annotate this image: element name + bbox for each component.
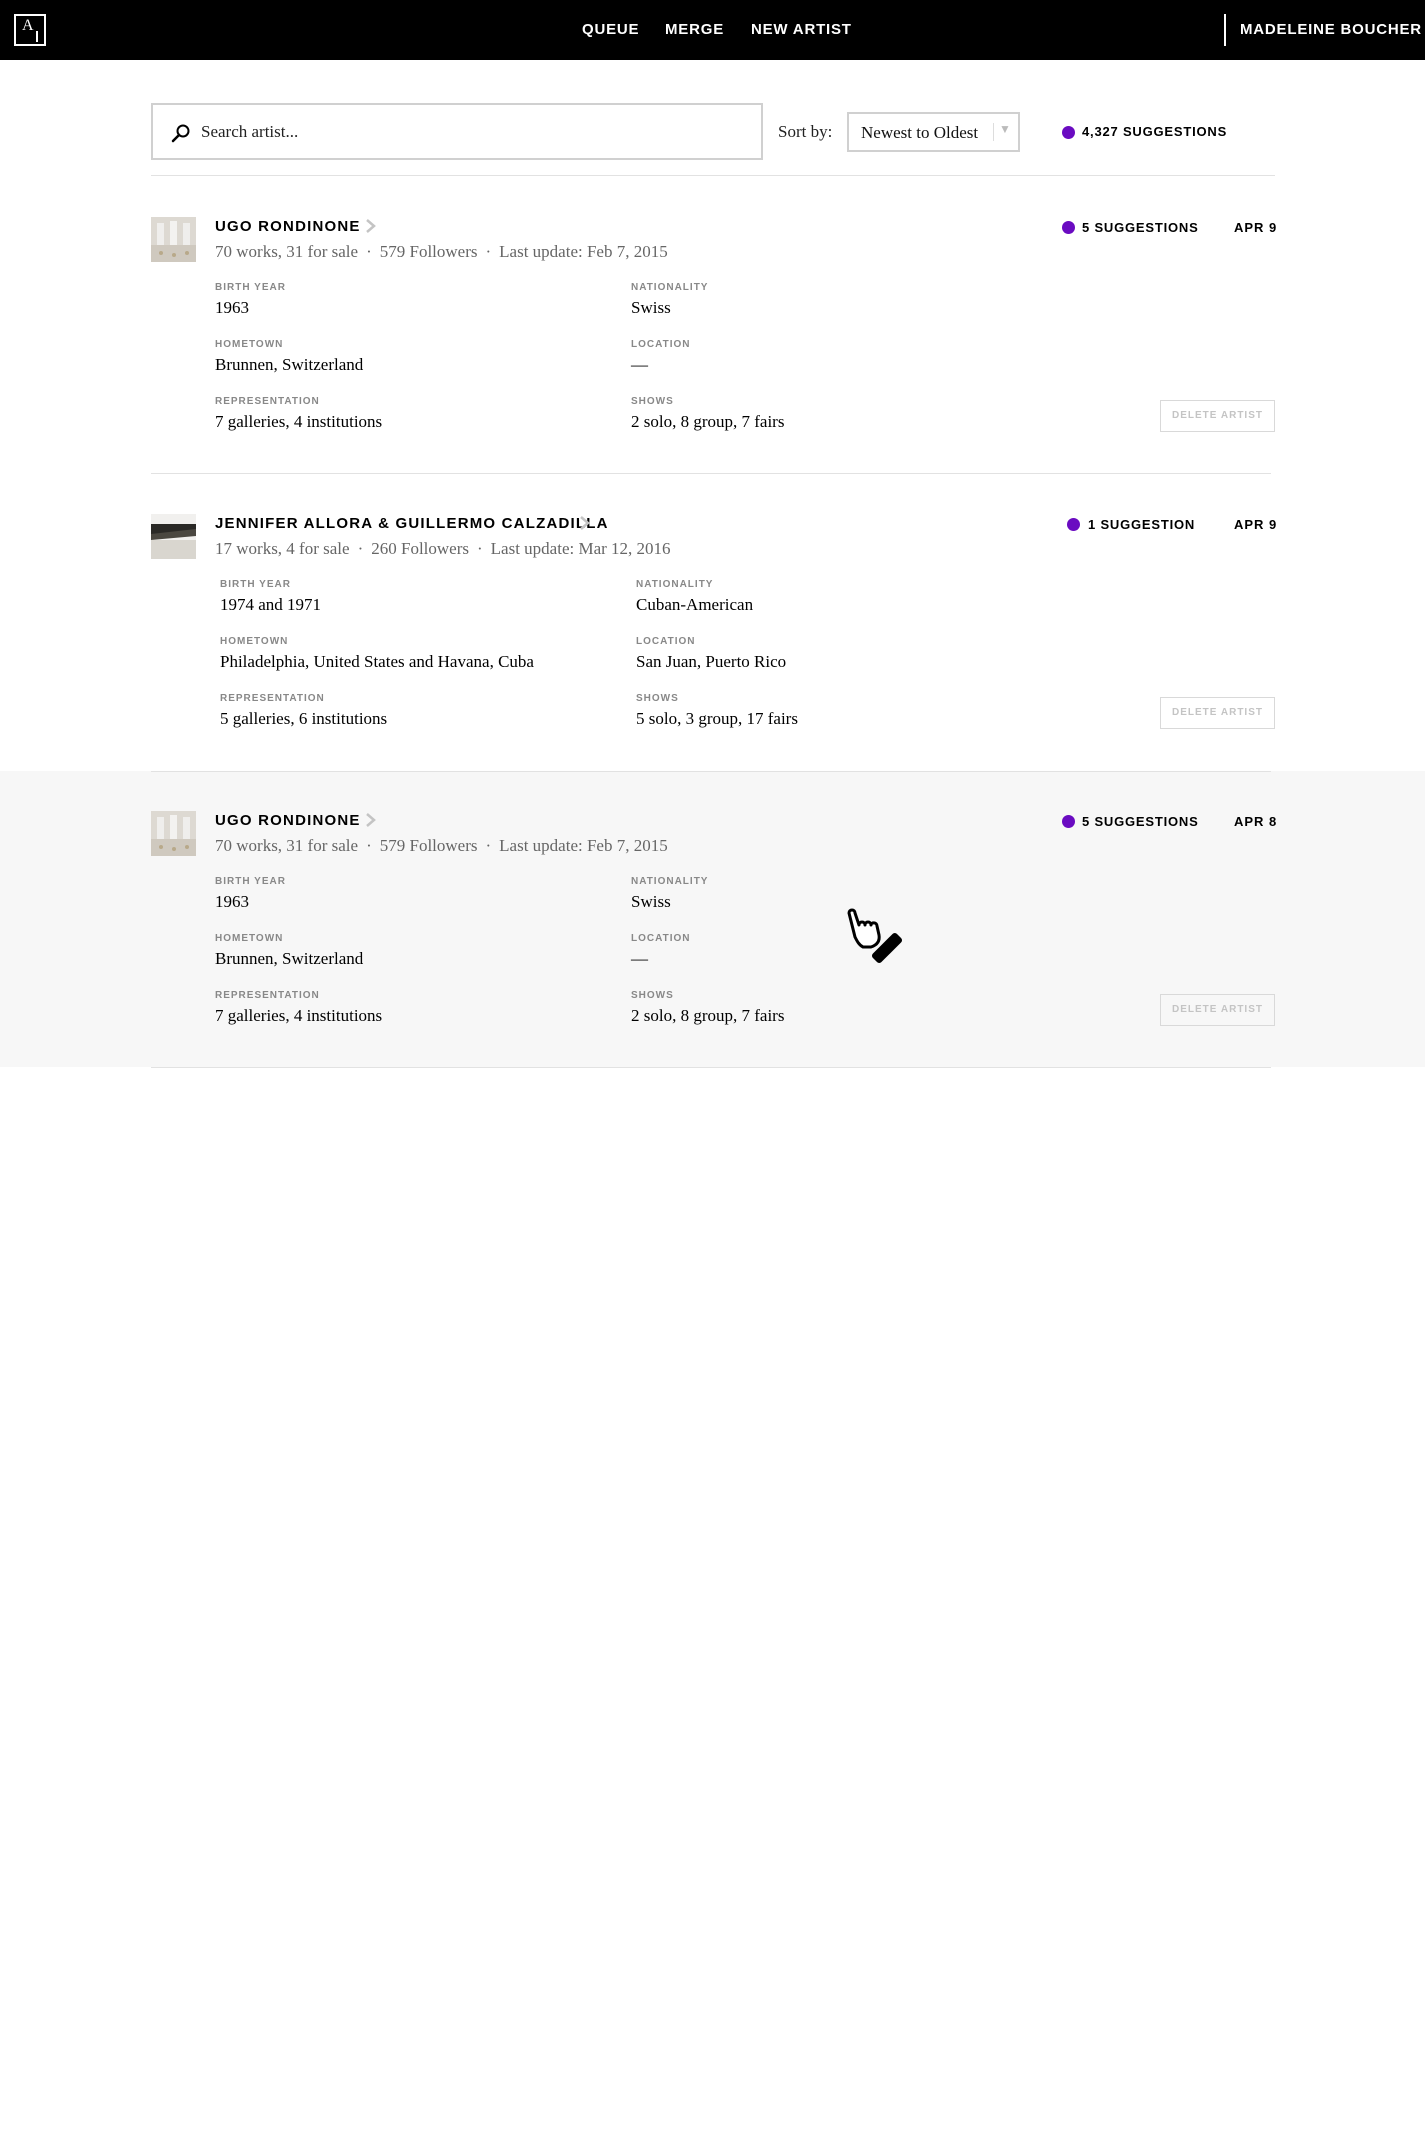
artist-name[interactable]: UGO RONDINONE — [215, 218, 361, 235]
artist-date: APR 9 — [1234, 517, 1278, 532]
field-label: HOMETOWN — [215, 933, 284, 944]
last-update: Last update: Feb 7, 2015 — [499, 836, 668, 855]
nav-new-artist[interactable]: NEW ARTIST — [751, 0, 852, 60]
field-label: REPRESENTATION — [215, 396, 320, 407]
shows-value: 2 solo, 8 group, 7 fairs — [631, 1006, 785, 1025]
representation-value: 5 galleries, 6 institutions — [220, 709, 388, 728]
works-count: 70 works, 31 for sale — [215, 836, 359, 855]
divider — [151, 771, 1271, 772]
nav-divider — [1224, 14, 1226, 46]
artist-thumbnail[interactable] — [151, 217, 196, 262]
nationality-value: Swiss — [631, 892, 671, 911]
user-menu[interactable]: MADELEINE BOUCHER — [1240, 0, 1422, 60]
suggestion-dot-icon — [1062, 815, 1075, 828]
field-label: SHOWS — [636, 693, 679, 704]
hand-pointer-icon — [847, 908, 903, 964]
suggestion-dot-icon — [1062, 126, 1075, 139]
followers-count: 260 Followers — [371, 539, 469, 558]
shows-value: 5 solo, 3 group, 17 fairs — [636, 709, 798, 728]
birth-year-value: 1963 — [215, 892, 249, 911]
suggestion-dot-icon — [1062, 221, 1075, 234]
birth-year-value: 1963 — [215, 298, 249, 317]
divider — [151, 1067, 1271, 1068]
representation-value: 7 galleries, 4 institutions — [215, 412, 383, 431]
field-label: REPRESENTATION — [220, 693, 325, 704]
sort-label: Sort by: — [778, 122, 833, 141]
sort-select[interactable]: Newest to Oldest ▼ — [847, 112, 1020, 152]
field-label: REPRESENTATION — [215, 990, 320, 1001]
nav-merge[interactable]: MERGE — [665, 0, 724, 60]
logo-letter: A — [22, 17, 34, 34]
location-value: — — [631, 949, 648, 968]
field-label: LOCATION — [631, 933, 691, 944]
field-label: SHOWS — [631, 396, 674, 407]
artist-meta: 17 works, 4 for sale · 260 Followers · Last … — [215, 539, 671, 558]
followers-count: 579 Followers — [379, 242, 478, 261]
field-label: SHOWS — [631, 990, 674, 1001]
representation-value: 7 galleries, 4 institutions — [215, 1006, 383, 1025]
chevron-right-icon[interactable] — [364, 812, 378, 828]
field-label: LOCATION — [631, 339, 691, 350]
sort-separator — [993, 123, 994, 141]
logo-bar — [36, 31, 38, 42]
field-label: NATIONALITY — [631, 876, 709, 887]
chevron-down-icon: ▼ — [999, 122, 1011, 136]
field-label: LOCATION — [636, 636, 696, 647]
delete-artist-button[interactable]: DELETE ARTIST — [1160, 994, 1275, 1026]
field-label: BIRTH YEAR — [215, 876, 286, 887]
artist-meta: 70 works, 31 for sale · 579 Followers · Last… — [215, 836, 668, 855]
hometown-value: Brunnen, Switzerland — [215, 355, 364, 374]
hometown-value: Philadelphia, United States and Havana, … — [220, 652, 534, 671]
artist-meta: 70 works, 31 for sale · 579 Followers · Last… — [215, 242, 668, 261]
field-label: HOMETOWN — [215, 339, 284, 350]
artist-name[interactable]: UGO RONDINONE — [215, 812, 361, 829]
location-value: — — [631, 355, 648, 374]
hometown-value: Brunnen, Switzerland — [215, 949, 364, 968]
artsy-logo[interactable]: A — [14, 14, 46, 46]
field-label: NATIONALITY — [636, 579, 714, 590]
shows-value: 2 solo, 8 group, 7 fairs — [631, 412, 785, 431]
last-update: Last update: Mar 12, 2016 — [490, 539, 671, 558]
field-label: HOMETOWN — [220, 636, 289, 647]
location-value: San Juan, Puerto Rico — [636, 652, 787, 671]
works-count: 70 works, 31 for sale — [215, 242, 359, 261]
search-box[interactable] — [151, 103, 763, 160]
followers-count: 579 Followers — [379, 836, 478, 855]
sort-value: Newest to Oldest — [861, 123, 979, 142]
search-input[interactable] — [201, 117, 741, 147]
divider — [151, 175, 1275, 176]
artist-card[interactable]: UGO RONDINONE 70 works, 31 for sale · 579 … — [0, 178, 1425, 474]
artist-date: APR 9 — [1234, 220, 1278, 235]
artist-thumbnail[interactable] — [151, 811, 196, 856]
artist-suggestions[interactable]: 5 SUGGESTIONS — [1082, 220, 1199, 235]
birth-year-value: 1974 and 1971 — [220, 595, 322, 614]
chevron-right-icon[interactable] — [578, 515, 592, 531]
artist-card[interactable]: UGO RONDINONE 70 works, 31 for sale · 579 … — [0, 771, 1425, 1067]
nationality-value: Swiss — [631, 298, 671, 317]
top-nav: A QUEUE MERGE NEW ARTIST MADELEINE BOUCH… — [0, 0, 1425, 60]
delete-artist-button[interactable]: DELETE ARTIST — [1160, 400, 1275, 432]
nationality-value: Cuban-American — [636, 595, 754, 614]
nav-queue[interactable]: QUEUE — [582, 0, 639, 60]
field-label: BIRTH YEAR — [215, 282, 286, 293]
artist-suggestions[interactable]: 1 SUGGESTION — [1088, 517, 1195, 532]
artist-thumbnail[interactable] — [151, 514, 196, 559]
suggestion-dot-icon — [1067, 518, 1080, 531]
last-update: Last update: Feb 7, 2015 — [499, 242, 668, 261]
divider — [151, 473, 1271, 474]
field-label: NATIONALITY — [631, 282, 709, 293]
artist-card[interactable]: JENNIFER ALLORA & GUILLERMO CALZADILLA 1… — [0, 475, 1425, 771]
artist-suggestions[interactable]: 5 SUGGESTIONS — [1082, 814, 1199, 829]
search-icon — [171, 124, 190, 143]
chevron-right-icon[interactable] — [364, 218, 378, 234]
artist-date: APR 8 — [1234, 814, 1278, 829]
total-suggestions[interactable]: 4,327 SUGGESTIONS — [1082, 124, 1227, 139]
artist-name[interactable]: JENNIFER ALLORA & GUILLERMO CALZADILLA — [215, 515, 609, 532]
works-count: 17 works, 4 for sale — [215, 539, 350, 558]
delete-artist-button[interactable]: DELETE ARTIST — [1160, 697, 1275, 729]
field-label: BIRTH YEAR — [220, 579, 291, 590]
